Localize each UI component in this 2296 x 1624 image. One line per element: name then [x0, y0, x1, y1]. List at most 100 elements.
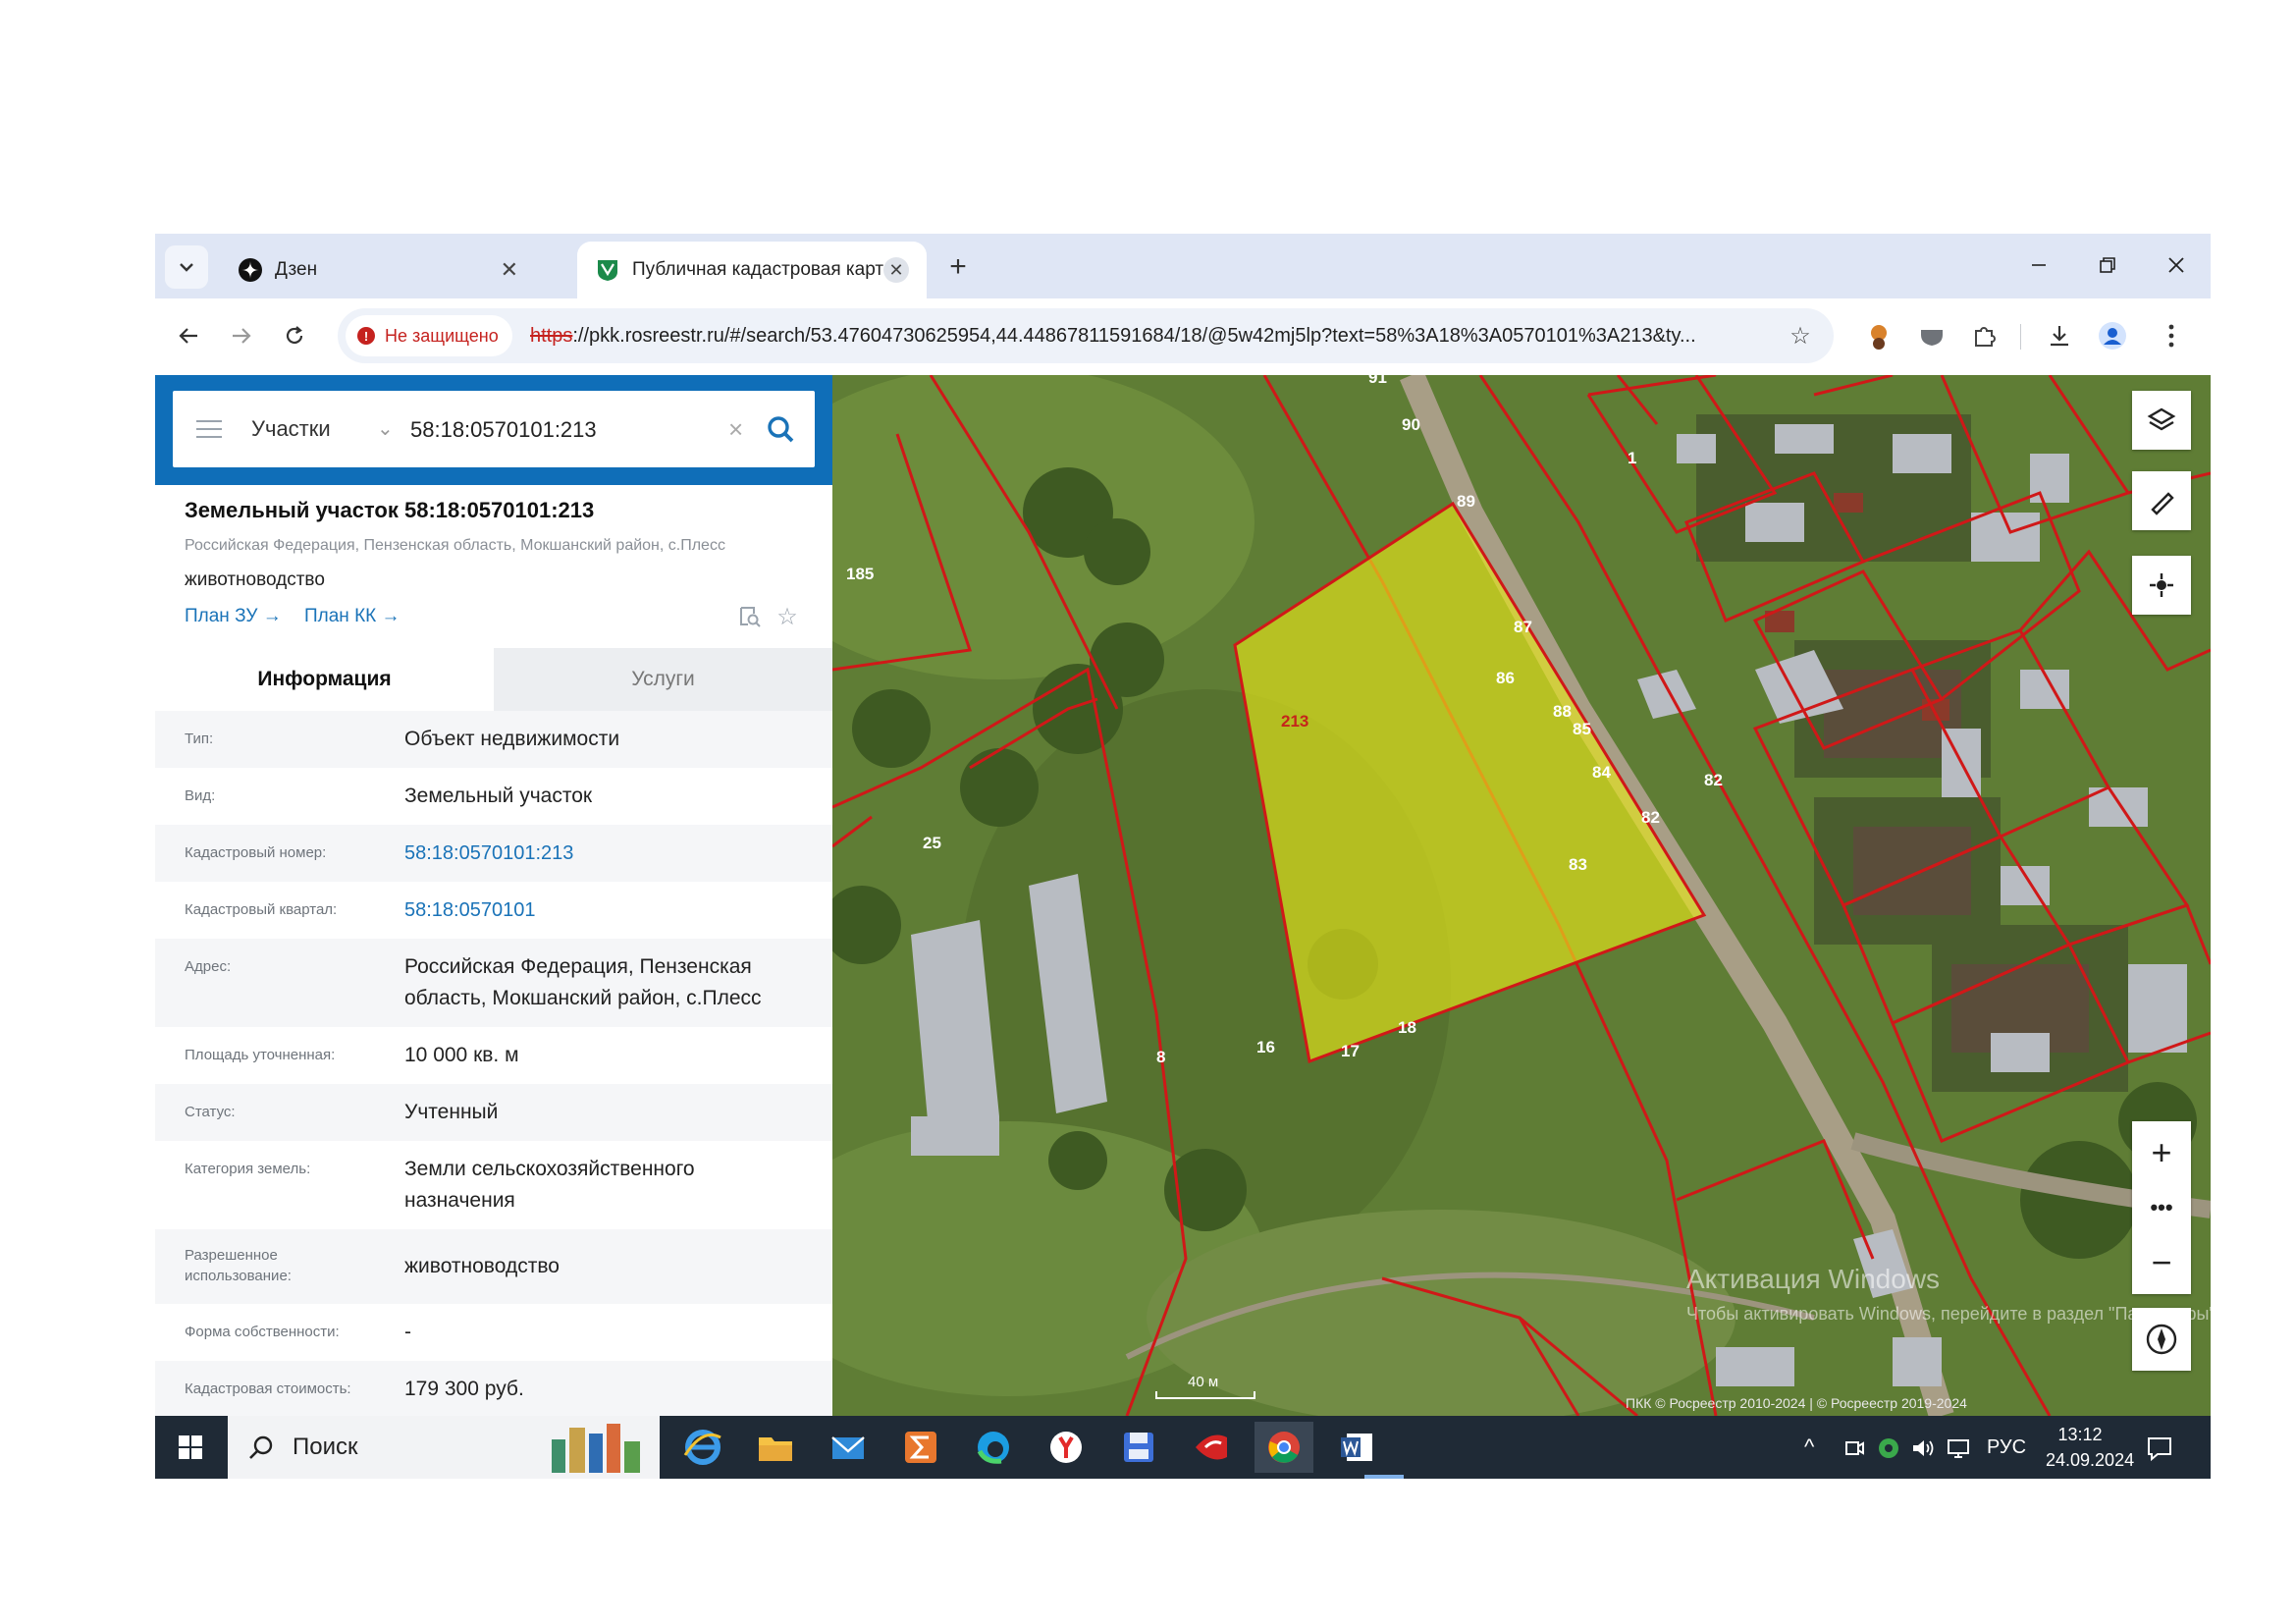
table-row: Статус: Учтенный — [155, 1084, 832, 1141]
table-row: Кадастровая стоимость: 179 300 руб. — [155, 1361, 832, 1416]
page-content: Участки ⌄ × Земельный участок 58:18:0570… — [155, 375, 2211, 1416]
parcel-label: 87 — [1514, 618, 1532, 636]
row-label: Кадастровый квартал: — [185, 901, 338, 918]
download-icon[interactable] — [2042, 318, 2077, 353]
tab-services[interactable]: Услуги — [494, 648, 832, 711]
save-floppy-icon[interactable] — [1109, 1422, 1168, 1473]
row-value: Земли сельскохозяйственного назначения — [404, 1158, 695, 1212]
compass-button[interactable] — [2132, 1308, 2191, 1371]
url-protocol: https — [530, 325, 573, 347]
extensions-puzzle-icon[interactable] — [1967, 318, 2002, 353]
hamburger-menu-icon[interactable] — [196, 420, 222, 444]
ruler-icon — [2151, 492, 2174, 515]
mail-icon[interactable] — [819, 1422, 878, 1473]
parcel-label: 82 — [1704, 771, 1723, 789]
windows-taskbar: Поиск ^ РУС 13:12 24.09.2024 — [155, 1416, 2211, 1479]
file-explorer-icon[interactable] — [746, 1422, 805, 1473]
internet-explorer-icon[interactable] — [673, 1422, 732, 1473]
forward-button[interactable] — [222, 316, 261, 355]
row-label: Адрес: — [185, 958, 232, 975]
calculator-sigma-icon[interactable] — [891, 1422, 950, 1473]
cadastral-number-link[interactable]: 58:18:0570101:213 — [404, 838, 817, 869]
row-value: 179 300 руб. — [404, 1378, 524, 1400]
cadastral-quarter-link[interactable]: 58:18:0570101 — [404, 894, 817, 926]
chrome-icon[interactable] — [1255, 1422, 1313, 1473]
parcel-label: 90 — [1402, 415, 1420, 434]
cadastral-map[interactable]: 213 185 25 91 90 89 1 87 86 88 85 84 82 … — [832, 375, 2211, 1416]
row-label: Разрешенное использование: — [185, 1247, 292, 1284]
plan-zu-link[interactable]: План ЗУ → — [185, 606, 282, 627]
notifications-icon[interactable] — [2146, 1416, 2173, 1479]
arrow-right-icon — [233, 328, 251, 344]
plan-kk-link[interactable]: План КК → — [304, 606, 400, 627]
profile-icon[interactable] — [2095, 318, 2130, 353]
meet-now-icon[interactable] — [1843, 1416, 1865, 1479]
tab-pkk[interactable]: Публичная кадастровая карта ✕ — [577, 242, 927, 298]
chevron-down-icon[interactable]: ⌄ — [377, 391, 394, 467]
favorite-star-icon[interactable]: ☆ — [774, 603, 801, 630]
parcel-label: 86 — [1496, 669, 1515, 687]
restore-button[interactable] — [2073, 244, 2142, 287]
extension-avatar-icon[interactable] — [1861, 318, 1896, 353]
yandex-browser-icon[interactable] — [1037, 1422, 1095, 1473]
tray-chevron-up-icon[interactable]: ^ — [1804, 1416, 1814, 1479]
search-highlight-icon — [552, 1424, 640, 1473]
red-app-icon[interactable] — [1182, 1422, 1241, 1473]
menu-kebab-icon[interactable] — [2154, 318, 2189, 353]
volume-icon[interactable] — [1910, 1416, 1936, 1479]
object-use: животноводство — [185, 569, 325, 590]
scale-label: 40 м — [1188, 1374, 1218, 1390]
extension-shield-icon[interactable] — [1914, 318, 1949, 353]
zoom-out-icon[interactable]: − — [2151, 1242, 2171, 1282]
satellite-map[interactable]: 213 185 25 91 90 89 1 87 86 88 85 84 82 … — [832, 375, 2211, 1416]
antivirus-tray-icon[interactable] — [1877, 1416, 1900, 1479]
search-type-select[interactable]: Участки — [251, 391, 331, 467]
close-window-button[interactable] — [2142, 244, 2211, 287]
taskbar-search[interactable]: Поиск — [228, 1416, 660, 1479]
table-row: Категория земель: Земли сельскохозяйстве… — [155, 1141, 832, 1229]
locate-button[interactable] — [2132, 556, 2191, 615]
close-icon[interactable]: ✕ — [883, 257, 909, 283]
info-table: Тип: Объект недвижимости Вид: Земельный … — [155, 711, 832, 1416]
tab-dzen[interactable]: Дзен ✕ — [220, 242, 536, 298]
table-row: Кадастровый номер: 58:18:0570101:213 — [155, 825, 832, 882]
search-input[interactable] — [408, 410, 707, 450]
edge-icon[interactable] — [964, 1422, 1023, 1473]
arrow-left-icon — [179, 328, 197, 344]
minimize-button[interactable] — [2004, 244, 2073, 287]
tab-title: Дзен — [275, 259, 318, 280]
new-tab-button[interactable]: + — [936, 245, 980, 289]
language-indicator[interactable]: РУС — [1987, 1416, 2026, 1479]
bookmark-star-icon[interactable]: ☆ — [1783, 318, 1818, 353]
close-icon[interactable]: ✕ — [501, 257, 518, 283]
clear-icon[interactable]: × — [728, 391, 743, 467]
measure-button[interactable] — [2132, 471, 2191, 530]
row-label: Статус: — [185, 1104, 236, 1120]
network-icon[interactable] — [1946, 1416, 1971, 1479]
row-label: Вид: — [185, 787, 216, 804]
layers-button[interactable] — [2132, 391, 2191, 450]
windows-logo-icon — [179, 1435, 202, 1459]
more-icon[interactable]: ••• — [2150, 1196, 2172, 1218]
security-chip[interactable]: ! Не защищено — [346, 315, 512, 356]
search-area-icon[interactable] — [736, 603, 764, 630]
tab-search-button[interactable] — [165, 245, 208, 289]
zoom-in-icon[interactable]: + — [2151, 1133, 2171, 1172]
row-value: Земельный участок — [404, 785, 593, 807]
address-bar[interactable]: ! Не защищено https://pkk.rosreestr.ru/#… — [338, 308, 1834, 363]
rosreestr-icon — [595, 257, 620, 283]
clock[interactable]: 13:12 24.09.2024 — [2046, 1416, 2134, 1471]
url-text[interactable]: https://pkk.rosreestr.ru/#/search/53.476… — [530, 308, 1767, 363]
toolbar-divider — [2020, 324, 2021, 350]
row-label: Кадастровая стоимость: — [185, 1380, 351, 1397]
parcel-label: 89 — [1457, 492, 1475, 511]
search-icon[interactable] — [762, 410, 801, 450]
tab-information[interactable]: Информация — [155, 648, 494, 711]
reload-button[interactable] — [275, 316, 314, 355]
search-bar-area: Участки ⌄ × — [155, 375, 832, 485]
url-rest: ://pkk.rosreestr.ru/#/search/53.47604730… — [572, 325, 1696, 347]
compass-icon — [2146, 1324, 2177, 1355]
word-icon[interactable] — [1327, 1422, 1386, 1473]
back-button[interactable] — [169, 316, 208, 355]
start-button[interactable] — [169, 1426, 212, 1469]
